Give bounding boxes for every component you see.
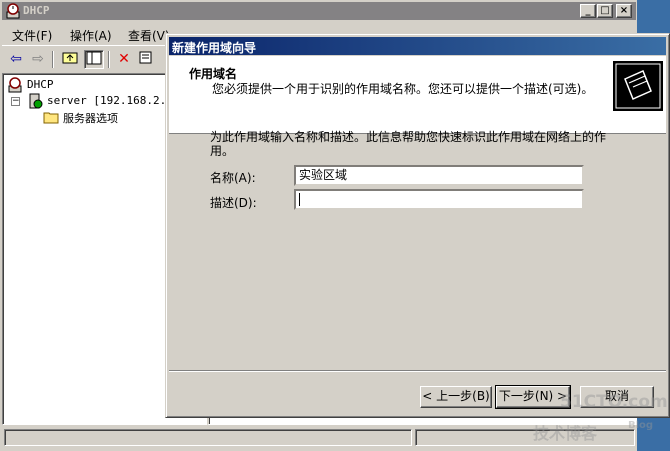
description-input[interactable] bbox=[294, 189, 584, 210]
wizard-title: 新建作用域向导 bbox=[172, 41, 257, 55]
status-cell bbox=[415, 429, 635, 446]
tree-item-label: 服务器选项 bbox=[63, 112, 118, 125]
name-label: 名称(A): bbox=[210, 171, 256, 185]
wizard-intro-text: 为此作用域输入名称和描述。此信息帮助您快速标识此作用域在网络上的作用。 bbox=[210, 130, 607, 158]
dhcp-window-title: DHCP bbox=[23, 4, 50, 17]
forward-arrow-icon[interactable]: ⇨ bbox=[28, 50, 48, 69]
wizard-step-description: 您必须提供一个用于识别的作用域名称。您还可以提供一个描述(可选)。 bbox=[212, 82, 594, 96]
dhcp-titlebar[interactable]: DHCP _ □ × bbox=[2, 2, 636, 20]
new-scope-wizard: 新建作用域向导 作用域名 您必须提供一个用于识别的作用域名称。您还可以提供一个描… bbox=[165, 33, 670, 418]
folder-icon bbox=[43, 112, 59, 124]
server-icon bbox=[29, 93, 43, 109]
collapse-toggle-icon[interactable]: − bbox=[11, 97, 20, 106]
maximize-button[interactable]: □ bbox=[597, 4, 613, 18]
wizard-header: 作用域名 您必须提供一个用于识别的作用域名称。您还可以提供一个描述(可选)。 bbox=[169, 56, 666, 134]
toolbar-separator bbox=[52, 51, 54, 68]
description-label: 描述(D): bbox=[210, 196, 257, 210]
minimize-button[interactable]: _ bbox=[580, 4, 596, 18]
dhcp-icon bbox=[8, 77, 22, 93]
watermark-suffix: Blog bbox=[628, 420, 654, 431]
dhcp-app-icon bbox=[6, 3, 20, 19]
next-button[interactable]: 下一步(N) > bbox=[495, 385, 571, 409]
wizard-titlebar[interactable]: 新建作用域向导 bbox=[169, 37, 666, 55]
name-input[interactable]: 实验区域 bbox=[294, 165, 584, 186]
delete-icon[interactable]: ✕ bbox=[114, 50, 134, 69]
properties-icon[interactable] bbox=[136, 50, 156, 69]
watermark-tagline: 技术博客 bbox=[533, 424, 598, 443]
menu-bar: 文件(F) 操作(A) 查看(V) bbox=[2, 24, 170, 44]
name-input-value: 实验区域 bbox=[299, 168, 348, 182]
wizard-folders-icon bbox=[613, 61, 663, 111]
watermark-site: 51CTO.com bbox=[560, 392, 668, 412]
footer-divider bbox=[169, 370, 666, 372]
back-button[interactable]: < 上一步(B) bbox=[420, 386, 492, 408]
menu-action[interactable]: 操作(A) bbox=[70, 27, 112, 44]
back-arrow-icon[interactable]: ⇦ bbox=[6, 50, 26, 69]
show-hide-tree-icon[interactable] bbox=[84, 50, 104, 69]
status-cell bbox=[4, 429, 412, 446]
up-folder-icon[interactable] bbox=[60, 50, 80, 69]
toolbar-separator bbox=[108, 51, 110, 68]
tree-item-label: DHCP bbox=[27, 78, 54, 91]
menu-view[interactable]: 查看(V) bbox=[128, 27, 170, 44]
text-caret bbox=[299, 193, 300, 206]
menu-file[interactable]: 文件(F) bbox=[12, 27, 52, 44]
close-button[interactable]: × bbox=[616, 4, 632, 18]
toolbar: ⇦ ⇨ ✕ bbox=[2, 45, 167, 71]
